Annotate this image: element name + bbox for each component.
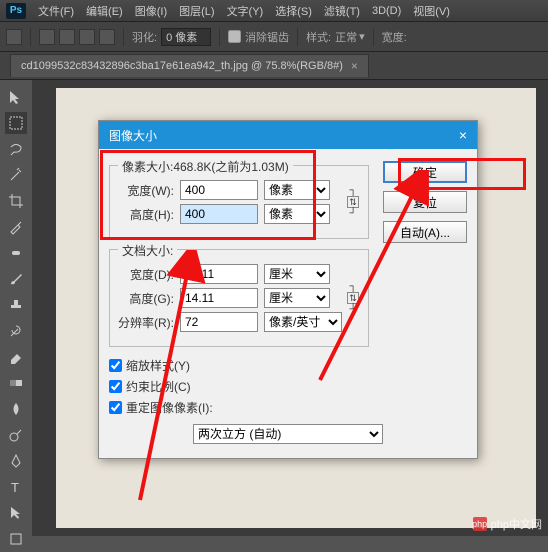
tool-panel: T xyxy=(0,80,32,552)
document-title: cd1099532c83432896c3ba17e61ea942_th.jpg … xyxy=(21,60,343,72)
menu-select[interactable]: 选择(S) xyxy=(269,3,318,19)
document-tab[interactable]: cd1099532c83432896c3ba17e61ea942_th.jpg … xyxy=(10,54,369,77)
separator xyxy=(219,28,220,46)
options-checks: 缩放样式(Y) 约束比例(C) 重定图像像素(I): xyxy=(109,357,467,416)
constrain-proportions-checkbox[interactable] xyxy=(109,380,122,393)
resolution-label: 分辨率(R): xyxy=(118,314,174,331)
feather-label: 羽化: xyxy=(132,29,157,45)
dialog-title: 图像大小 xyxy=(109,127,157,144)
style-dropdown[interactable]: 正常 ▾ xyxy=(335,29,365,45)
pixel-dimensions-group: 像素大小:468.8K(之前为1.03M) 宽度(W): 像素 高度(H): 像… xyxy=(109,165,369,239)
menu-layer[interactable]: 图层(L) xyxy=(173,3,220,19)
menu-edit[interactable]: 编辑(E) xyxy=(80,3,129,19)
menu-image[interactable]: 图像(I) xyxy=(129,3,173,19)
doc-width-unit[interactable]: 厘米 xyxy=(264,264,330,284)
stamp-tool-icon[interactable] xyxy=(5,294,27,316)
px-width-input[interactable] xyxy=(180,180,258,200)
separator xyxy=(30,28,31,46)
eraser-tool-icon[interactable] xyxy=(5,346,27,368)
style-label: 样式: xyxy=(306,29,331,45)
style-value: 正常 xyxy=(335,29,357,45)
document-size-group: 文档大小: 宽度(D): 厘米 高度(G): 厘米 分辨率(R): xyxy=(109,249,369,347)
separator xyxy=(373,28,374,46)
watermark-text: php中文网 xyxy=(491,516,542,532)
php-icon: php xyxy=(473,517,487,531)
cancel-button[interactable]: 复位 xyxy=(383,191,467,213)
doc-height-input[interactable] xyxy=(180,288,258,308)
pen-tool-icon[interactable] xyxy=(5,450,27,472)
menu-file[interactable]: 文件(F) xyxy=(32,3,80,19)
crop-tool-icon[interactable] xyxy=(5,190,27,212)
auto-button[interactable]: 自动(A)... xyxy=(383,221,467,243)
shape-tool-icon[interactable] xyxy=(5,528,27,550)
image-size-dialog: 图像大小 × 确定 复位 自动(A)... 像素大小:468.8K(之前为1.0… xyxy=(98,120,478,459)
doc-width-label: 宽度(D): xyxy=(118,266,174,283)
menu-text[interactable]: 文字(Y) xyxy=(221,3,270,19)
marquee-tool-icon[interactable] xyxy=(5,112,27,134)
add-selection-icon[interactable] xyxy=(59,29,75,45)
px-height-unit[interactable]: 像素 xyxy=(264,204,330,224)
optionbar: 羽化: 消除锯齿 样式: 正常 ▾ 宽度: xyxy=(0,22,548,52)
blur-tool-icon[interactable] xyxy=(5,398,27,420)
svg-text:T: T xyxy=(11,480,19,495)
constrain-link-icon[interactable]: ┐⇅┘ xyxy=(346,185,360,219)
feather-input[interactable] xyxy=(161,28,211,46)
tool-preset-icon[interactable] xyxy=(6,29,22,45)
app-logo: Ps xyxy=(6,3,26,19)
doc-height-label: 高度(G): xyxy=(118,290,174,307)
px-width-unit[interactable]: 像素 xyxy=(264,180,330,200)
resolution-unit[interactable]: 像素/英寸 xyxy=(264,312,342,332)
scale-styles-checkbox[interactable] xyxy=(109,359,122,372)
eyedropper-tool-icon[interactable] xyxy=(5,216,27,238)
close-icon[interactable]: × xyxy=(459,127,467,143)
wand-tool-icon[interactable] xyxy=(5,164,27,186)
scale-styles-label: 缩放样式(Y) xyxy=(126,357,190,374)
separator xyxy=(123,28,124,46)
gradient-tool-icon[interactable] xyxy=(5,372,27,394)
pixel-dimensions-title: 像素大小:468.8K(之前为1.03M) xyxy=(118,158,293,175)
resample-method-select[interactable]: 两次立方 (自动) xyxy=(193,424,383,444)
dialog-buttons: 确定 复位 自动(A)... xyxy=(383,161,467,243)
constrain-proportions-label: 约束比例(C) xyxy=(126,378,191,395)
chevron-down-icon: ▾ xyxy=(359,30,365,43)
healing-tool-icon[interactable] xyxy=(5,242,27,264)
watermark: php php中文网 xyxy=(473,516,542,532)
history-brush-tool-icon[interactable] xyxy=(5,320,27,342)
menu-view[interactable]: 视图(V) xyxy=(407,3,456,19)
doc-width-input[interactable] xyxy=(180,264,258,284)
dialog-titlebar[interactable]: 图像大小 × xyxy=(99,121,477,149)
separator xyxy=(297,28,298,46)
document-tabbar: cd1099532c83432896c3ba17e61ea942_th.jpg … xyxy=(0,52,548,80)
lasso-tool-icon[interactable] xyxy=(5,138,27,160)
new-selection-icon[interactable] xyxy=(39,29,55,45)
move-tool-icon[interactable] xyxy=(5,86,27,108)
path-select-tool-icon[interactable] xyxy=(5,502,27,524)
resample-label: 重定图像像素(I): xyxy=(126,399,213,416)
doc-height-unit[interactable]: 厘米 xyxy=(264,288,330,308)
px-height-label: 高度(H): xyxy=(118,206,174,223)
resample-checkbox[interactable] xyxy=(109,401,122,414)
constrain-link-icon[interactable]: ┐⇅┘ xyxy=(346,281,360,315)
type-tool-icon[interactable]: T xyxy=(5,476,27,498)
subtract-selection-icon[interactable] xyxy=(79,29,95,45)
brush-tool-icon[interactable] xyxy=(5,268,27,290)
ok-button[interactable]: 确定 xyxy=(383,161,467,183)
resolution-input[interactable] xyxy=(180,312,258,332)
width-label: 宽度: xyxy=(382,29,407,45)
resample-method-row: 两次立方 (自动) xyxy=(109,424,467,444)
menu-3d[interactable]: 3D(D) xyxy=(366,5,407,17)
px-height-input[interactable] xyxy=(180,204,258,224)
menu-filter[interactable]: 滤镜(T) xyxy=(318,3,366,19)
intersect-selection-icon[interactable] xyxy=(99,29,115,45)
antialias-checkbox xyxy=(228,30,241,43)
close-icon[interactable]: × xyxy=(351,59,358,73)
px-width-label: 宽度(W): xyxy=(118,182,174,199)
document-size-title: 文档大小: xyxy=(118,242,177,259)
dialog-body: 确定 复位 自动(A)... 像素大小:468.8K(之前为1.03M) 宽度(… xyxy=(99,149,477,458)
antialias-label: 消除锯齿 xyxy=(245,29,289,45)
menubar: Ps 文件(F) 编辑(E) 图像(I) 图层(L) 文字(Y) 选择(S) 滤… xyxy=(0,0,548,22)
dodge-tool-icon[interactable] xyxy=(5,424,27,446)
